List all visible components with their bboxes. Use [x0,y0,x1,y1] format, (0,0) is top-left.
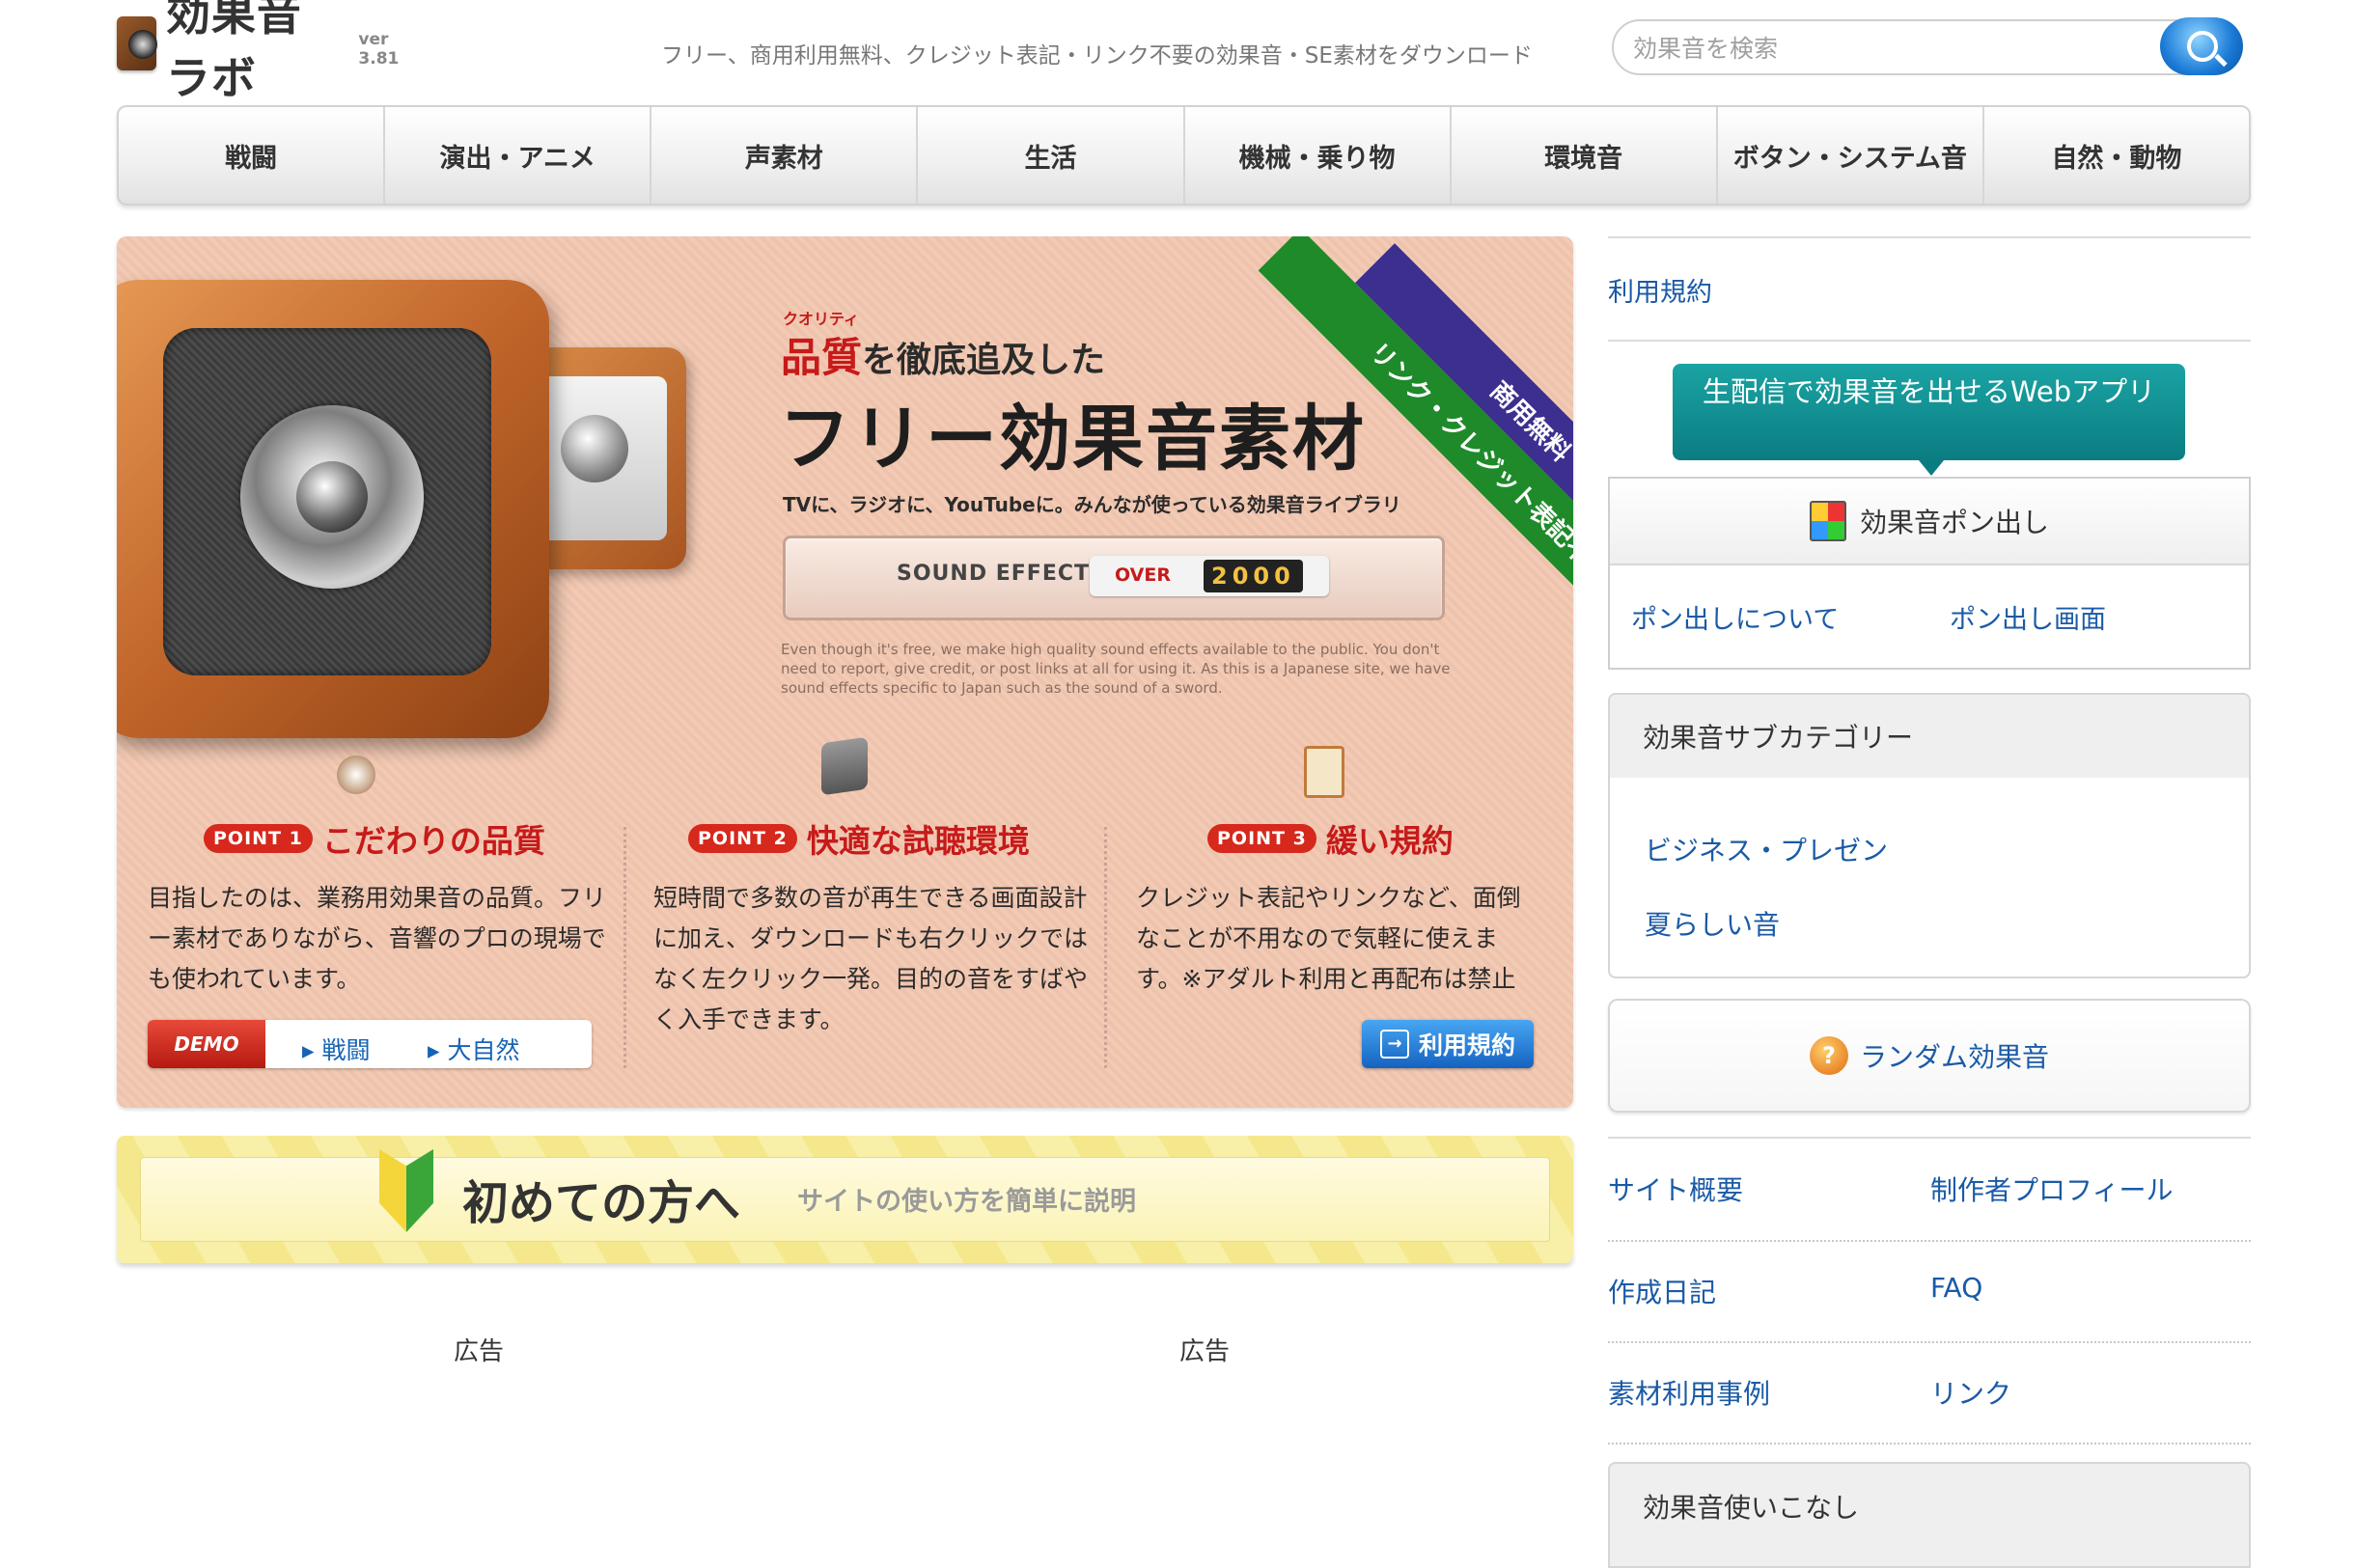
point-3-text: クレジット表記やリンクなど、面倒なことが不用なので気軽に使えます。※アダルト利用… [1136,884,1521,993]
document-icon [1304,746,1344,798]
category-nav: 戦闘 演出・アニメ 声素材 生活 機械・乗り物 環境音 ボタン・システム音 自然… [117,105,2251,206]
pon-about-link[interactable]: ポン出しについて [1631,598,1839,636]
nav-item-machine[interactable]: 機械・乗り物 [1185,107,1452,204]
beginner-guide-banner[interactable]: 初めての方へ サイトの使い方を簡単に説明 [117,1136,1573,1263]
sound-effects-count-box: SOUND EFFECTS OVER 2000 [783,536,1445,620]
point-title: 快適な試聴環境 [806,822,1030,860]
subcategory-item-summer[interactable]: 夏らしい音 [1645,904,1780,943]
demo-link-battle[interactable]: ▸ 戦闘 [302,1032,371,1066]
nav-item-nature[interactable]: 自然・動物 [1984,107,2249,204]
link-divider [1608,1341,2251,1343]
point-1-text: 目指したのは、業務用効果音の品質。フリー素材でありながら、音響のプロの現場でも使… [148,884,607,993]
sfx-label: SOUND EFFECTS [897,562,1106,586]
column-divider [623,827,629,1068]
heading-small-text: を徹底追及した [862,341,1106,380]
demo-label: DEMO [148,1020,265,1068]
small-speaker-illustration [532,347,686,569]
nav-item-environment[interactable]: 環境音 [1452,107,1718,204]
heading-emphasis: 品質 [781,334,863,381]
link-divider [1608,1443,2251,1444]
speaker-illustration [117,280,549,738]
nav-item-life[interactable]: 生活 [918,107,1185,204]
subcategory-box: 効果音サブカテゴリー ビジネス・プレゼン 夏らしい音 [1608,693,2251,978]
usage-tips-title: 効果音使いこなし [1643,1492,1860,1524]
point-3-heading: POINT 3 緩い規約 [1207,815,1454,862]
subcategory-title: 効果音サブカテゴリー [1610,695,2249,778]
link-divider [1608,1240,2251,1242]
sfx-count: 2000 [1204,560,1303,592]
site-logo[interactable]: 効果音ラボ ver 3.81 [117,0,416,104]
pon-dashi-box: 効果音ポン出し ポン出しについて ポン出し画面 [1608,477,2251,670]
beginner-title: 初めての方へ [462,1176,741,1230]
pon-dashi-header: 効果音ポン出し [1610,479,2249,565]
nav-item-anime[interactable]: 演出・アニメ [385,107,652,204]
creator-profile-link[interactable]: 制作者プロフィール [1930,1169,2173,1208]
callout-tail [1919,460,1944,476]
subcategory-item-business[interactable]: ビジネス・プレゼン [1645,830,1888,868]
faq-link[interactable]: FAQ [1930,1272,1982,1304]
hero-subheading: 品質を徹底追及した [781,325,1105,384]
launchpad-icon [1809,501,1846,541]
sidebar-divider [1608,1137,2251,1139]
site-overview-link[interactable]: サイト概要 [1608,1169,1743,1208]
demo-bar: DEMO ▸ 戦闘 ▸ 大自然 [148,1020,592,1068]
sidebar-divider [1608,236,2251,238]
search-input[interactable] [1631,30,2137,67]
terms-button-label: 利用規約 [1418,1032,1515,1059]
over-label: OVER [1115,564,1171,586]
ad-label: 広告 [1179,1337,1231,1366]
magnifier-icon [2187,31,2218,62]
point-badge: POINT 1 [204,824,313,853]
speaker-logo-icon [117,16,157,70]
beginner-subtitle: サイトの使い方を簡単に説明 [797,1187,1136,1217]
hero-english-description: Even though it's free, we make high qual… [781,641,1451,697]
site-tagline: フリー、商用利用無料、クレジット表記・リンク不要の効果音・SE素材をダウンロード [661,43,1533,69]
demo-link-nature[interactable]: ▸ 大自然 [428,1032,520,1066]
logo-text: 効果音ラボ [165,0,302,104]
point-2-heading: POINT 2 快適な試聴環境 [688,815,1030,862]
live-webapp-button[interactable]: 生配信で効果音を出せるWebアプリ [1673,364,2185,460]
sidebar-terms-link[interactable]: 利用規約 [1608,271,1712,309]
question-icon: ? [1809,1036,1848,1075]
hero-title: フリー効果音素材 [779,398,1366,481]
search-button[interactable] [2160,17,2243,75]
point-2-text: 短時間で多数の音が再生できる画面設計に加え、ダウンロードも右クリックではなく左ク… [653,884,1089,1033]
point-title: こだわりの品質 [321,822,545,860]
nav-item-button-system[interactable]: ボタン・システム音 [1718,107,1984,204]
terms-button[interactable]: → 利用規約 [1362,1020,1534,1068]
point-badge: POINT 2 [688,824,797,853]
usage-tips-box: 効果音使いこなし [1608,1462,2251,1568]
hero-banner: 商用無料 リンク・クレジット表記不要 クオリティ 品質を徹底追及した フリー効果… [117,236,1573,1108]
search-box [1612,19,2241,75]
hero-subline: TVに、ラジオに、YouTubeに。みんなが使っている効果音ライブラリ [783,493,1401,516]
random-sound-button[interactable]: ? ランダム効果音 [1608,999,2251,1113]
nav-item-voice[interactable]: 声素材 [651,107,919,204]
sidebar-divider [1608,340,2251,342]
arrow-right-icon: → [1379,1030,1409,1059]
random-sound-label: ランダム効果音 [1859,1041,2049,1073]
point-title: 緩い規約 [1325,822,1454,860]
ad-label: 広告 [454,1337,505,1366]
monitor-icon [821,736,868,796]
links-page-link[interactable]: リンク [1930,1373,2011,1412]
megaphone-icon [337,756,375,794]
usage-examples-link[interactable]: 素材利用事例 [1608,1373,1770,1412]
diary-link[interactable]: 作成日記 [1608,1272,1716,1310]
point-1-heading: POINT 1 こだわりの品質 [204,815,545,862]
point-badge: POINT 3 [1207,824,1316,853]
pon-dashi-title: 効果音ポン出し [1859,507,2049,538]
column-divider [1104,827,1110,1068]
version-label: ver 3.81 [358,30,400,69]
pon-screen-link[interactable]: ポン出し画面 [1950,598,2106,636]
nav-item-battle[interactable]: 戦闘 [119,107,386,204]
